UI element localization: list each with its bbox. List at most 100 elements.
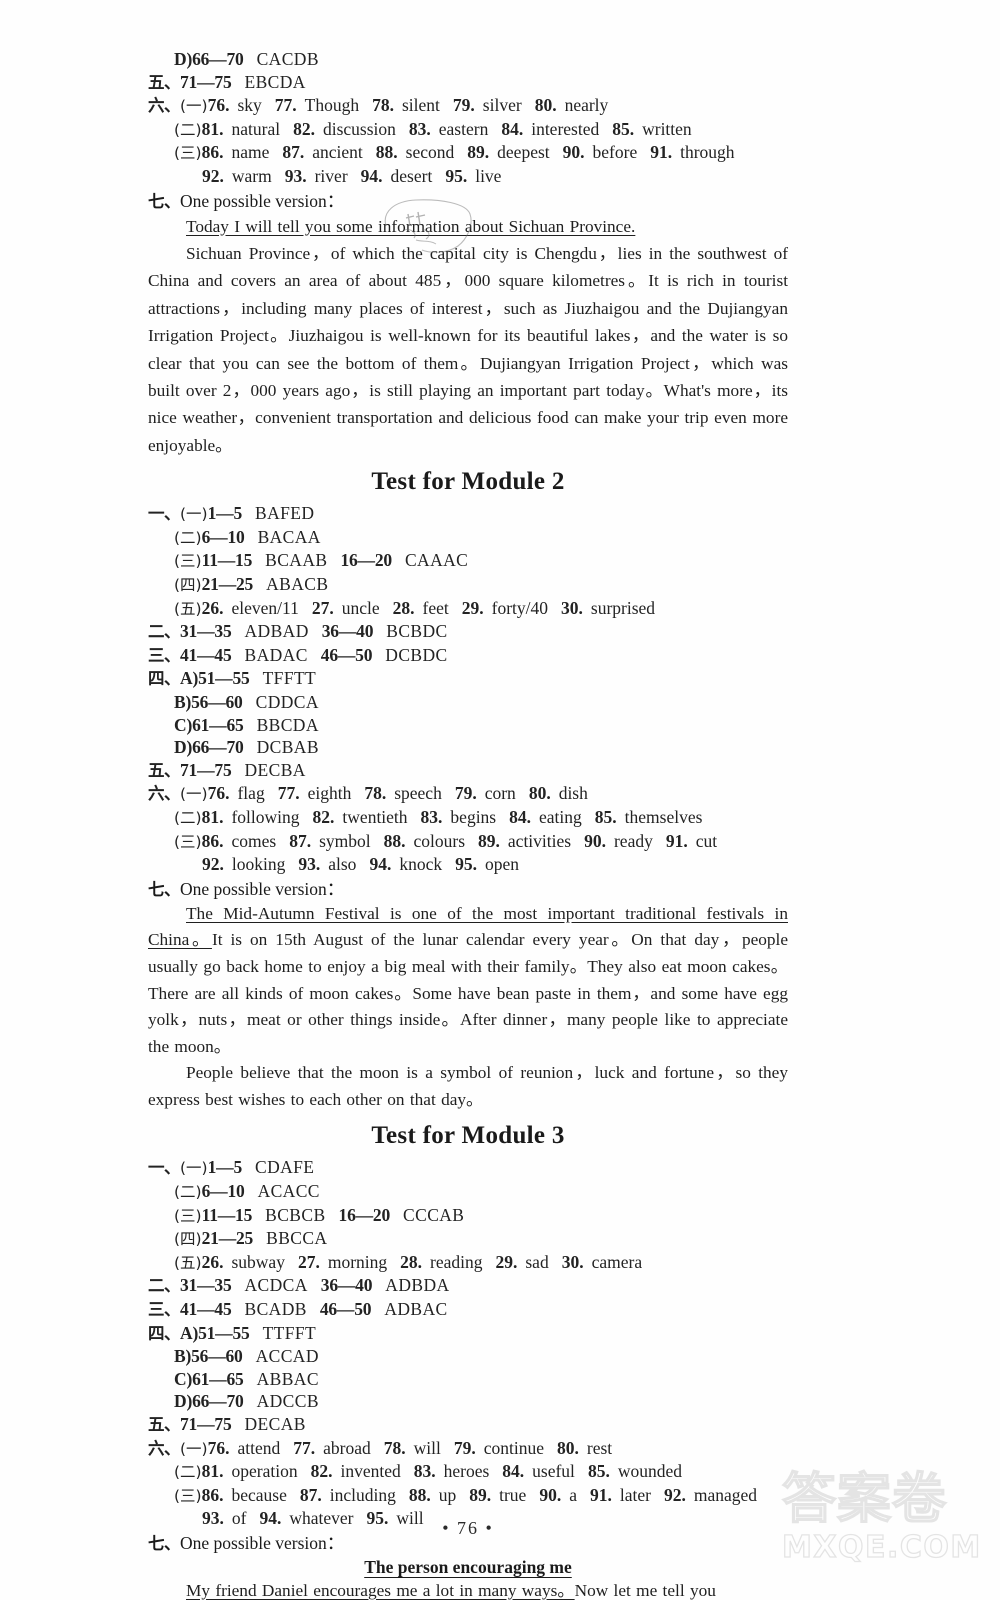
answer-number: 95. <box>455 854 477 875</box>
answer-row: (二)81. natural 82. discussion 83. eastern 84. i… <box>174 118 788 142</box>
answer-number: 86. <box>201 1484 224 1505</box>
answer-word: including <box>329 1484 396 1505</box>
answer-prefix: C) <box>174 1368 193 1389</box>
answer-letters-2: CCCAB <box>403 1204 465 1225</box>
answer-word: begins <box>450 806 497 827</box>
answer-number: 82. <box>310 1461 333 1482</box>
answer-number: 87. <box>299 1484 322 1505</box>
answer-word: operation <box>231 1461 298 1482</box>
word-answer-group: 86. because 87. including 88. up 89. true 90. a 91… <box>202 1485 757 1505</box>
subsection-marker-cn: (二) <box>174 120 202 139</box>
word-answer-group: 76. sky 77. Though 78. silent 79. silver 80. near… <box>208 95 609 115</box>
answer-number: 76. <box>207 1437 230 1458</box>
answer-letters: ABACB <box>266 574 329 594</box>
answer-letters: BCAAB <box>265 550 328 571</box>
answer-word: later <box>619 1484 651 1505</box>
answer-range: 41—45 <box>180 644 232 665</box>
answer-number: 93. <box>298 854 321 875</box>
answer-number: 85. <box>594 806 617 827</box>
answer-prefix: B) <box>174 1346 192 1367</box>
answer-range: 6—10 <box>201 1181 245 1202</box>
answer-word: continue <box>483 1437 544 1458</box>
answer-row: (五)26. subway 27. morning 28. reading 29. sad 30… <box>174 1251 788 1275</box>
answer-letters: ABBAC <box>256 1368 319 1389</box>
answer-number: 85. <box>612 118 635 139</box>
answer-letters: ADCCB <box>256 1391 319 1412</box>
subsection-marker-cn: (一) <box>180 1439 208 1458</box>
subsection-marker-cn: (四) <box>174 576 202 594</box>
answer-row: B)56—60 CDDCA <box>174 691 788 714</box>
word-answer-group: 81. natural 82. discussion 83. eastern 84. inte… <box>202 119 692 139</box>
answer-word: interested <box>531 118 600 139</box>
answer-word: second <box>405 142 455 163</box>
answer-number: 30. <box>561 1251 584 1272</box>
answer-range: 11—15 <box>201 1204 253 1225</box>
answer-range: 61—65 <box>192 1368 244 1389</box>
answer-number: 84. <box>509 806 531 827</box>
answer-range: 66—70 <box>192 49 244 69</box>
answer-row: C)61—65 BBCDA <box>174 714 788 737</box>
answer-prefix: D) <box>174 737 193 758</box>
answer-row: (二)6—10 ACACC <box>174 1180 788 1204</box>
answer-word: true <box>499 1484 527 1505</box>
answer-range: 1—5 <box>207 503 243 524</box>
answer-row: 四、A)51—55 TTFFT <box>148 1322 788 1346</box>
answer-number: 87. <box>289 830 312 851</box>
answer-number: 82. <box>293 118 315 139</box>
subsection-marker-cn: (一) <box>180 785 208 804</box>
subsection-marker-cn: (三) <box>174 552 202 571</box>
subsection-marker-cn: (二) <box>174 1463 202 1482</box>
answer-number: 90. <box>539 1484 562 1505</box>
answer-range: 61—65 <box>192 714 244 735</box>
answer-word: abroad <box>323 1437 371 1458</box>
answer-number: 79. <box>454 783 477 804</box>
answer-prefix: C) <box>174 714 193 735</box>
answer-word: silver <box>482 95 522 116</box>
answer-range-2: 16—20 <box>340 550 392 571</box>
answer-letters-2: CAAAC <box>404 550 469 571</box>
composition-body: My friend Daniel encourages me a lot in … <box>148 1578 788 1600</box>
section-marker-cn: 三、 <box>148 1300 181 1320</box>
answer-word: morning <box>327 1251 388 1272</box>
answer-word: twentieth <box>342 806 408 827</box>
section-marker-cn: 四、 <box>148 669 181 689</box>
answer-number: 77. <box>293 1437 316 1458</box>
answer-row: 一、(一)1—5 BAFED <box>148 502 788 526</box>
answer-number: 77. <box>274 95 297 116</box>
answer-number: 88. <box>383 830 406 851</box>
answer-number: 78. <box>372 95 394 116</box>
answer-range: 71—75 <box>180 759 232 780</box>
subsection-marker-cn: (五) <box>174 599 202 618</box>
answer-row: (三)86. name 87. ancient 88. second 89. deepest 9… <box>174 141 788 165</box>
answer-number: 77. <box>277 783 300 804</box>
answer-row: (三)86. comes 87. symbol 88. colours 89. activit… <box>174 830 788 854</box>
answer-word: desert <box>390 165 433 186</box>
answer-word: cut <box>695 830 718 851</box>
answer-number: 78. <box>364 783 387 804</box>
answer-letters: ACCAD <box>255 1346 319 1367</box>
word-answer-group: 76. flag 77. eighth 78. speech 79. corn 80. dish <box>208 783 588 803</box>
answer-word: open <box>484 854 519 875</box>
answer-range: 11—15 <box>201 550 253 571</box>
subsection-marker-cn: (一) <box>180 505 208 524</box>
answer-word: through <box>680 142 735 163</box>
answer-number: 78. <box>383 1437 406 1458</box>
answer-word: activities <box>507 830 572 851</box>
word-answer-group: 81. following 82. twentieth 83. begins 84. eati… <box>202 807 703 827</box>
answer-letters-2: ADBDA <box>385 1275 450 1296</box>
footer-dot-right: • <box>485 1518 494 1538</box>
answer-number: 80. <box>557 1437 579 1458</box>
answer-row: 二、31—35 ADBAD 36—40 BCBDC <box>148 620 788 644</box>
answer-row: (五)26. eleven/11 27. uncle 28. feet 29. forty/4… <box>174 597 788 621</box>
answer-word: corn <box>484 783 516 804</box>
answer-number: 29. <box>495 1251 518 1272</box>
word-answer-group: 86. comes 87. symbol 88. colours 89. activities… <box>202 831 718 851</box>
answer-number: 83. <box>413 1461 436 1482</box>
section-marker-cn: 二、 <box>148 1276 181 1296</box>
answer-range-2: 46—50 <box>320 644 373 665</box>
answer-range: 66—70 <box>192 737 244 758</box>
answer-range-2: 46—50 <box>319 1299 372 1320</box>
composition-rest: It is on 15th August of the lunar calend… <box>148 930 789 1056</box>
answer-word: eastern <box>438 118 489 139</box>
answer-prefix: D) <box>174 1391 193 1412</box>
